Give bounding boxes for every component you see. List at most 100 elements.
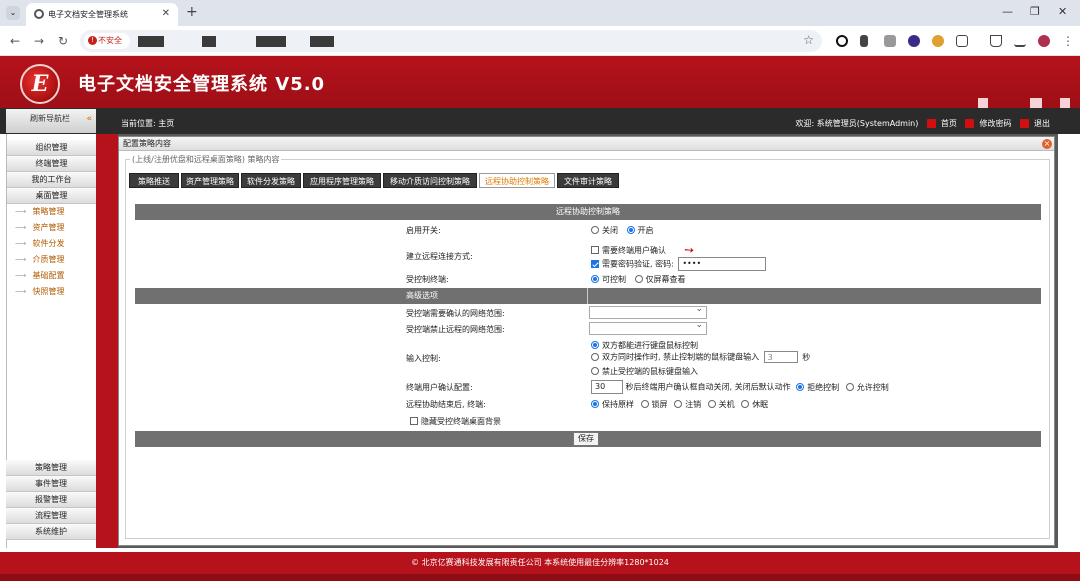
confirm-seconds-input[interactable]: 30 [591, 380, 623, 394]
connect-label: 建立远程连接方式: [406, 252, 473, 261]
refresh-nav-button[interactable]: 刷新导航栏 « [6, 109, 96, 133]
new-tab-icon[interactable]: + [186, 4, 198, 20]
forbid-range-label: 受控端禁止远程的网络范围: [406, 325, 505, 334]
advanced-header: 高级选项 [135, 288, 1041, 304]
seconds-input[interactable]: 3 [763, 351, 798, 363]
close-icon[interactable]: × [1042, 139, 1052, 149]
logout-link[interactable]: 退出 [1034, 119, 1050, 128]
home-icon [926, 119, 936, 128]
globe-icon [34, 9, 44, 19]
nav-group-process[interactable]: 流程管理 [6, 508, 96, 524]
tab-audit[interactable]: 文件审计策略 [557, 173, 619, 188]
extension-icon[interactable] [860, 35, 868, 47]
menu-dots-icon[interactable]: ⋮ [1062, 34, 1074, 48]
puzzle-icon[interactable] [956, 35, 968, 47]
save-button[interactable]: 保存 [573, 432, 599, 446]
minimize-icon[interactable]: — [1002, 5, 1013, 18]
connect-password-option[interactable]: 需要密码验证, 密码: •••• [591, 257, 767, 271]
hide-bg-checkbox[interactable]: 隐藏受控终端桌面背景 [410, 416, 501, 427]
tab-remote[interactable]: 远程协助控制策略 [479, 173, 555, 188]
nav-group-maintenance[interactable]: 系统维护 [6, 524, 96, 540]
panel-title: 配置策略内容 × [119, 137, 1054, 151]
tab-app[interactable]: 应用程序管理策略 [303, 173, 381, 188]
tab-title: 电子文档安全管理系统 [48, 10, 128, 19]
back-icon[interactable]: ← [10, 34, 20, 48]
change-password-link[interactable]: 修改密码 [979, 119, 1011, 128]
lab-flask-icon[interactable] [990, 35, 1002, 47]
nav-group-event[interactable]: 事件管理 [6, 476, 96, 492]
app-header: E 电子文档安全管理系统 V5.0 [0, 56, 1080, 108]
collapse-icon[interactable]: « [86, 109, 92, 129]
redacted-url-part [138, 36, 164, 47]
nav-group-policy[interactable]: 策略管理 [6, 460, 96, 476]
nav-group-terminal[interactable]: 终端管理 [7, 156, 96, 172]
confirm-range-select[interactable] [589, 304, 707, 319]
footer-strip [0, 574, 1080, 581]
bookmark-star-icon[interactable]: ☆ [803, 33, 814, 47]
tab-media[interactable]: 移动介质访问控制策略 [383, 173, 477, 188]
radio-view-only[interactable]: 仅屏幕查看 [634, 275, 686, 284]
controlled-options: 可控制 仅屏幕查看 [591, 274, 686, 285]
nav-group-workbench[interactable]: 我的工作台 [7, 172, 96, 188]
radio-sleep[interactable]: 休眠 [741, 400, 768, 409]
home-link[interactable]: 首页 [941, 119, 957, 128]
radio-lock[interactable]: 锁屏 [640, 400, 668, 409]
input-control-label: 输入控制: [406, 354, 441, 363]
confirm-config-label: 终端用户确认配置: [406, 383, 473, 392]
connect-confirm-option[interactable]: 需要终端用户确认 [591, 245, 666, 256]
nav-item-policy[interactable]: ⟶ 策略管理 [7, 204, 96, 220]
left-nav-bottom: 策略管理 事件管理 报警管理 流程管理 系统维护 [6, 460, 96, 540]
close-window-icon[interactable]: ✕ [1058, 5, 1067, 18]
radio-controllable[interactable]: 可控制 [591, 275, 626, 284]
address-bar[interactable]: 不安全 ☆ [80, 30, 822, 52]
radio-on[interactable]: 开启 [626, 226, 654, 235]
nav-group-org[interactable]: 组织管理 [7, 140, 96, 156]
confirm-config-text: 秒后终端用户确认框自动关闭, 关闭后默认动作 [625, 382, 791, 392]
browser-tab[interactable]: 电子文档安全管理系统 ✕ [26, 3, 178, 26]
restore-icon[interactable]: ❐ [1030, 5, 1040, 18]
tab-search-icon[interactable]: ⌄ [6, 6, 20, 20]
radio-logoff[interactable]: 注销 [674, 400, 701, 409]
extension-icon[interactable] [932, 35, 944, 47]
after-end-options: 保持原样 锁屏 注销 关机 休眠 [591, 399, 768, 410]
nav-item-media[interactable]: ⟶ 介质管理 [7, 252, 96, 268]
fieldset-legend: (上线/注册优盘和远程桌面策略) 策略内容 [130, 154, 282, 165]
reload-icon[interactable]: ↻ [58, 34, 68, 48]
nav-group-alarm[interactable]: 报警管理 [6, 492, 96, 508]
section-header: 远程协助控制策略 [135, 204, 1041, 220]
nav-group-desktop[interactable]: 桌面管理 [7, 188, 96, 204]
avatar[interactable] [1038, 35, 1050, 47]
after-end-label: 远程协助结束后, 终端: [406, 400, 486, 409]
download-icon[interactable] [1014, 35, 1026, 47]
extension-icon[interactable] [836, 35, 848, 47]
enable-options: 关闭 开启 [591, 225, 654, 236]
radio-reject[interactable]: 拒绝控制 [796, 382, 839, 392]
nav-item-asset[interactable]: ⟶ 资产管理 [7, 220, 96, 236]
welcome-text: 欢迎: 系统管理员(SystemAdmin) [795, 119, 919, 128]
radio-keep[interactable]: 保持原样 [591, 400, 634, 409]
close-tab-icon[interactable]: ✕ [162, 8, 170, 19]
input-opt-block-controlled[interactable]: 禁止受控端的鼠标键盘输入 [591, 366, 698, 377]
radio-allow[interactable]: 允许控制 [845, 382, 889, 392]
policy-panel: 配置策略内容 × (上线/注册优盘和远程桌面策略) 策略内容 策略推送 资产管理… [118, 136, 1055, 546]
save-bar: 保存 [135, 431, 1041, 447]
user-bar: 欢迎: 系统管理员(SystemAdmin) 首页 修改密码 退出 [793, 118, 1050, 129]
forward-icon[interactable]: → [34, 34, 44, 48]
tab-software[interactable]: 软件分发策略 [241, 173, 301, 188]
nav-item-software[interactable]: ⟶ 软件分发 [7, 236, 96, 252]
refresh-nav-label: 刷新导航栏 [30, 114, 70, 123]
extension-icon[interactable] [908, 35, 920, 47]
input-opt-block-controller[interactable]: 双方同时操作时, 禁止控制端的鼠标键盘输入 3 秒 [591, 351, 810, 363]
not-secure-badge[interactable]: 不安全 [84, 33, 130, 49]
nav-item-basic-config[interactable]: ⟶ 基础配置 [7, 268, 96, 284]
radio-off[interactable]: 关闭 [591, 226, 618, 235]
forbid-range-select[interactable] [589, 320, 707, 335]
radio-shutdown[interactable]: 关机 [707, 400, 735, 409]
browser-toolbar: ← → ↻ 不安全 ☆ ⋮ [0, 26, 1080, 56]
input-opt-both[interactable]: 双方都能进行键盘鼠标控制 [591, 340, 698, 351]
tab-push[interactable]: 策略推送 [129, 173, 179, 188]
nav-item-snapshot[interactable]: ⟶ 快照管理 [7, 284, 96, 300]
password-input[interactable]: •••• [678, 257, 767, 271]
extension-icon[interactable] [884, 35, 896, 47]
tab-asset[interactable]: 资产管理策略 [181, 173, 239, 188]
